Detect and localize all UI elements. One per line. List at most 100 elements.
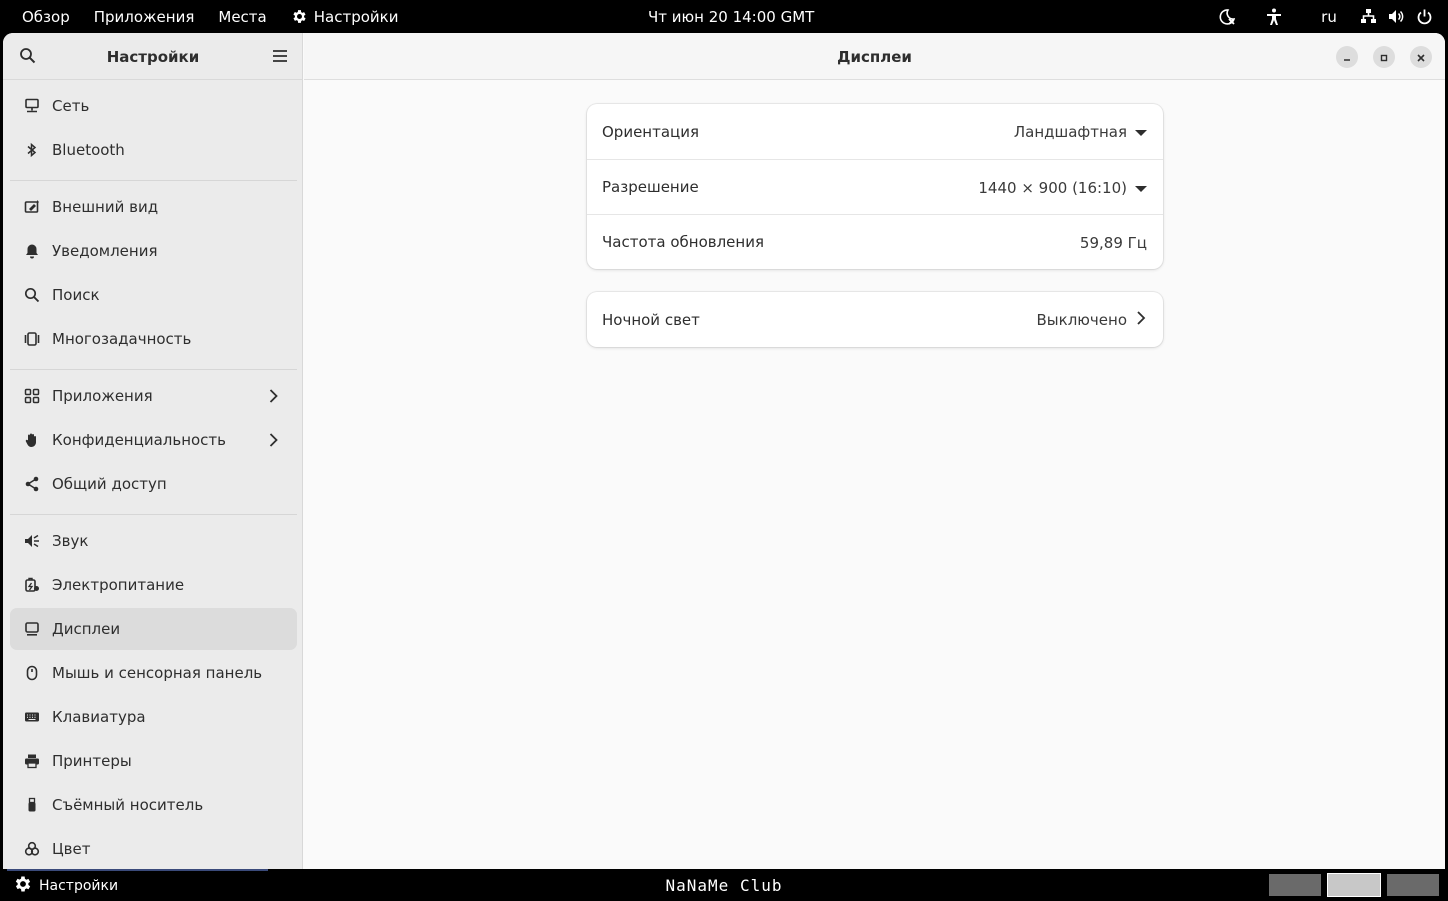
power-icon	[22, 575, 42, 595]
dropdown-arrow-icon	[1135, 123, 1147, 141]
sidebar-item-label: Приложения	[52, 387, 153, 405]
sidebar-item-applications[interactable]: Приложения	[10, 375, 297, 417]
sidebar-item-label: Многозадачность	[52, 330, 192, 348]
applications-menu[interactable]: Приложения	[82, 0, 207, 33]
sidebar-header: Настройки	[3, 33, 303, 80]
sidebar-item-keyboard[interactable]: Клавиатура	[10, 696, 297, 738]
sidebar-item-label: Дисплеи	[52, 620, 121, 638]
bluetooth-icon	[22, 140, 42, 160]
refresh-rate-value: 59,89 Гц	[1079, 233, 1147, 252]
usb-icon	[22, 795, 42, 815]
night-light-row[interactable]: Ночной свет Выключено	[587, 292, 1163, 347]
refresh-rate-row: Частота обновления 59,89 Гц	[587, 214, 1163, 269]
speaker-icon	[22, 531, 42, 551]
sidebar-item-label: Цвет	[52, 840, 91, 858]
network-icon	[22, 96, 42, 116]
sidebar-title: Настройки	[106, 47, 200, 66]
chevron-right-icon	[263, 430, 283, 450]
top-bar: Обзор Приложения Места Настройки Чт июн …	[0, 0, 1448, 33]
sidebar-item-removable-media[interactable]: Съёмный носитель	[10, 784, 297, 826]
sidebar-item-label: Сеть	[52, 97, 90, 115]
orientation-row[interactable]: Ориентация Ландшафтная	[587, 104, 1163, 159]
workspace-2[interactable]	[1327, 873, 1381, 897]
close-button[interactable]	[1410, 46, 1432, 68]
keyboard-layout-indicator[interactable]: ru	[1304, 0, 1354, 33]
sidebar-item-sharing[interactable]: Общий доступ	[10, 463, 297, 505]
sidebar-item-printers[interactable]: Принтеры	[10, 740, 297, 782]
orientation-value: Ландшафтная	[1013, 122, 1127, 141]
night-light-card: Ночной свет Выключено	[587, 292, 1163, 347]
sidebar-item-label: Уведомления	[52, 242, 158, 260]
display-icon	[22, 619, 42, 639]
orientation-label: Ориентация	[602, 122, 700, 141]
sidebar-item-color[interactable]: Цвет	[10, 828, 297, 869]
sidebar-item-label: Принтеры	[52, 752, 132, 770]
chevron-right-icon	[263, 386, 283, 406]
night-light-value: Выключено	[1036, 310, 1127, 329]
accessibility-icon[interactable]	[1244, 0, 1304, 33]
refresh-rate-label: Частота обновления	[602, 233, 764, 251]
sidebar-item-label: Мышь и сенсорная панель	[52, 664, 263, 682]
appearance-icon	[22, 197, 42, 217]
activities-button[interactable]: Обзор	[10, 0, 82, 33]
hand-icon	[22, 430, 42, 450]
page-title: Дисплеи	[837, 47, 912, 66]
sidebar-item-displays[interactable]: Дисплеи	[10, 608, 297, 650]
settings-window: Настройки Сеть Bluetooth Внешний вид Уве…	[3, 33, 1445, 869]
network-wired-icon[interactable]	[1354, 0, 1382, 33]
clock[interactable]: Чт июн 20 14:00 GMT	[648, 0, 814, 33]
sidebar-item-search[interactable]: Поиск	[10, 274, 297, 316]
resolution-row[interactable]: Разрешение 1440 × 900 (16:10)	[587, 159, 1163, 214]
gear-icon	[291, 8, 308, 25]
night-light-off-icon[interactable]	[1210, 0, 1244, 33]
keyboard-icon	[22, 707, 42, 727]
watermark-text: NaNaMe Club	[665, 875, 783, 895]
bell-icon	[22, 241, 42, 261]
color-icon	[22, 839, 42, 859]
sidebar-item-bluetooth[interactable]: Bluetooth	[10, 129, 297, 171]
sidebar-item-privacy[interactable]: Конфиденциальность	[10, 419, 297, 461]
sidebar-item-label: Bluetooth	[52, 141, 125, 159]
sidebar-item-notifications[interactable]: Уведомления	[10, 230, 297, 272]
close-icon	[1416, 48, 1426, 67]
mouse-icon	[22, 663, 42, 683]
sidebar-item-multitasking[interactable]: Многозадачность	[10, 318, 297, 360]
workspace-1[interactable]	[1269, 874, 1321, 896]
apps-grid-icon	[22, 386, 42, 406]
resolution-value: 1440 × 900 (16:10)	[978, 178, 1127, 197]
sidebar-item-sound[interactable]: Звук	[10, 520, 297, 562]
workspace-3[interactable]	[1387, 874, 1439, 896]
sidebar-separator	[10, 369, 297, 370]
sidebar-item-label: Электропитание	[52, 576, 185, 594]
hamburger-icon	[272, 48, 288, 67]
share-icon	[22, 474, 42, 494]
header-bar: Дисплеи	[304, 33, 1445, 80]
bottom-panel: Настройки NaNaMe Club	[0, 869, 1448, 901]
app-menu[interactable]: Настройки	[279, 0, 411, 33]
maximize-button[interactable]	[1373, 46, 1395, 68]
sidebar-item-power[interactable]: Электропитание	[10, 564, 297, 606]
volume-icon[interactable]	[1382, 0, 1410, 33]
night-light-label: Ночной свет	[602, 310, 700, 329]
sidebar-item-label: Конфиденциальность	[52, 431, 227, 449]
sidebar-item-network[interactable]: Сеть	[10, 85, 297, 127]
minimize-icon	[1342, 48, 1352, 67]
display-settings-card: Ориентация Ландшафтная Разрешение 1440 ×…	[587, 104, 1163, 269]
dropdown-arrow-icon	[1135, 179, 1147, 197]
sidebar-item-appearance[interactable]: Внешний вид	[10, 186, 297, 228]
sidebar-item-label: Внешний вид	[52, 198, 159, 216]
places-menu[interactable]: Места	[206, 0, 278, 33]
multitasking-icon	[22, 329, 42, 349]
chevron-right-icon	[1135, 310, 1147, 330]
sidebar-separator	[10, 514, 297, 515]
main-menu-button[interactable]	[265, 42, 295, 72]
sidebar: Настройки Сеть Bluetooth Внешний вид Уве…	[3, 33, 303, 869]
sidebar-item-label: Клавиатура	[52, 708, 146, 726]
sidebar-separator	[10, 180, 297, 181]
power-icon[interactable]	[1410, 0, 1438, 33]
sidebar-item-label: Общий доступ	[52, 475, 167, 493]
minimize-button[interactable]	[1336, 46, 1358, 68]
sidebar-item-label: Звук	[52, 532, 89, 550]
sidebar-item-mouse[interactable]: Мышь и сенсорная панель	[10, 652, 297, 694]
main-panel: Дисплеи Ориентация Ландшафтная Разрешени…	[304, 33, 1445, 869]
